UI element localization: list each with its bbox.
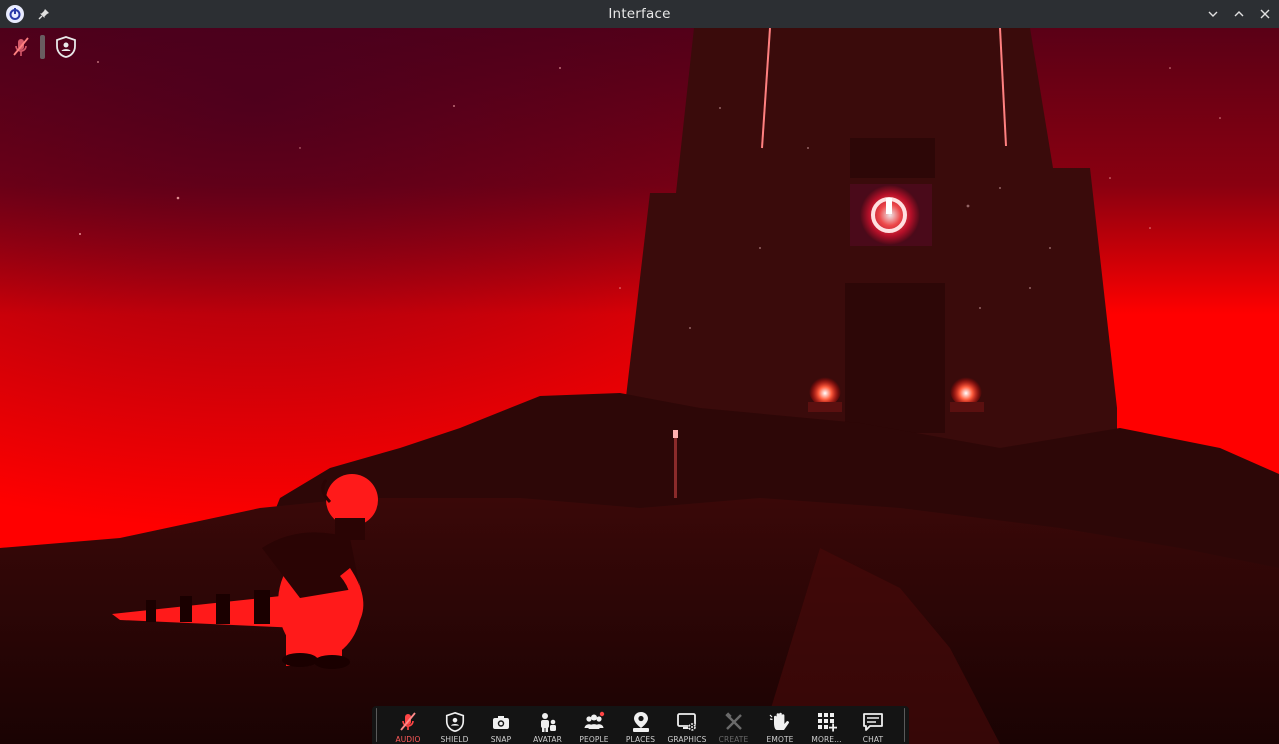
audio-button-label: AUDIO (395, 735, 421, 744)
toolbar-right-grip[interactable] (904, 708, 905, 742)
bottom-toolbar: AUDIO SHIELD SNAP AVATAR PEOPLE PLACES G… (372, 706, 909, 744)
avatar-button-label: AVATAR (533, 735, 562, 744)
more-apps-icon (815, 710, 839, 734)
window-titlebar: Interface (0, 0, 1279, 29)
hud-overlay (10, 34, 79, 60)
people-button[interactable]: PEOPLE (571, 706, 618, 744)
chat-icon (861, 710, 885, 734)
places-button-label: PLACES (625, 735, 656, 744)
mic-level-meter (40, 35, 45, 59)
shield-icon (443, 710, 467, 734)
chat-button[interactable]: CHAT (850, 706, 897, 744)
emote-button-label: EMOTE (766, 735, 794, 744)
shield-button[interactable]: SHIELD (431, 706, 478, 744)
shield-button-label: SHIELD (440, 735, 469, 744)
snap-button-label: SNAP (490, 735, 512, 744)
graphics-button[interactable]: GRAPHICS (664, 706, 711, 744)
3d-viewport[interactable] (0, 28, 1279, 744)
avatar-button[interactable]: AVATAR (524, 706, 571, 744)
create-button[interactable]: CREATE (710, 706, 757, 744)
maximize-button[interactable] (1229, 4, 1249, 24)
places-button[interactable]: PLACES (617, 706, 664, 744)
close-button[interactable] (1255, 4, 1275, 24)
window-title: Interface (608, 6, 671, 22)
camera-icon (489, 710, 513, 734)
create-icon (722, 710, 746, 734)
scene-render (0, 28, 1279, 744)
snap-button[interactable]: SNAP (478, 706, 525, 744)
create-button-label: CREATE (718, 735, 749, 744)
graphics-button-label: GRAPHICS (667, 735, 707, 744)
chat-button-label: CHAT (862, 735, 884, 744)
emote-button[interactable]: EMOTE (757, 706, 804, 744)
shield-status-icon[interactable] (53, 34, 79, 60)
minimize-button[interactable] (1203, 4, 1223, 24)
more-button[interactable]: MORE... (803, 706, 850, 744)
people-icon (582, 710, 606, 734)
toolbar-left-grip[interactable] (376, 708, 377, 742)
more-button-label: MORE... (811, 735, 842, 744)
avatar-icon (536, 710, 560, 734)
audio-muted-icon (396, 710, 420, 734)
graphics-icon (675, 710, 699, 734)
pin-icon[interactable] (34, 4, 54, 24)
audio-button[interactable]: AUDIO (385, 706, 432, 744)
app-logo-icon[interactable] (6, 5, 24, 23)
hand-icon (768, 710, 792, 734)
places-icon (629, 710, 653, 734)
mic-muted-icon[interactable] (10, 34, 32, 60)
people-button-label: PEOPLE (579, 735, 609, 744)
